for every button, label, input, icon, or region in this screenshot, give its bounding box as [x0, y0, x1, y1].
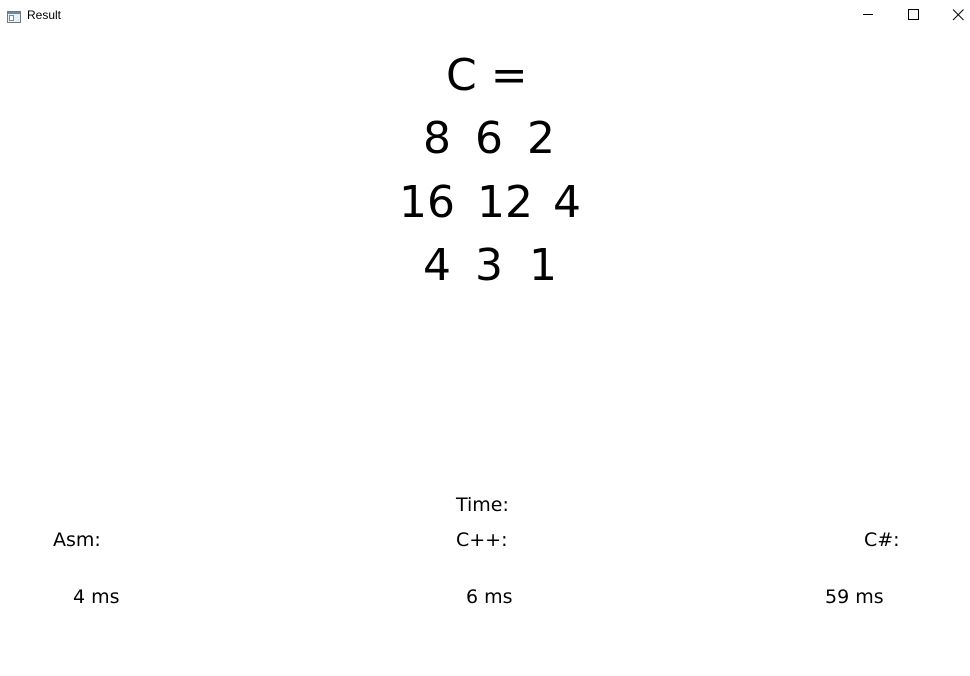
close-button[interactable]: [935, 0, 970, 30]
asm-label: Asm:: [53, 529, 101, 551]
matrix-header: C =: [446, 50, 528, 101]
csharp-time-value: 59 ms: [825, 586, 884, 608]
matrix-cell-r3c3: 1: [529, 240, 557, 291]
minimize-icon: [863, 14, 873, 15]
matrix-cell-r1c1: 8: [423, 113, 451, 164]
matrix-cell-r1c3: 2: [527, 113, 555, 164]
title-bar[interactable]: Result: [0, 0, 970, 30]
time-title: Time:: [456, 494, 509, 516]
cpp-label: C++:: [456, 529, 508, 551]
matrix-cell-r3c1: 4: [423, 240, 451, 291]
matrix-cell-r3c2: 3: [475, 240, 503, 291]
matrix-cell-r1c2: 6: [475, 113, 503, 164]
window-title: Result: [27, 8, 62, 22]
cpp-time-value: 6 ms: [466, 586, 513, 608]
csharp-label: C#:: [864, 529, 900, 551]
asm-time-value: 4 ms: [73, 586, 120, 608]
matrix-cell-r2c2: 12: [477, 177, 533, 228]
matrix-cell-r2c1: 16: [399, 177, 455, 228]
minimize-button[interactable]: [845, 0, 891, 30]
maximize-icon: [908, 9, 919, 20]
maximize-button[interactable]: [890, 0, 936, 30]
app-window-icon: [7, 8, 21, 23]
result-window: Result C = 8 6 2 16 12 4 4 3 1 Time: Asm…: [0, 0, 970, 676]
matrix-cell-r2c3: 4: [553, 177, 581, 228]
close-icon: [952, 9, 964, 21]
